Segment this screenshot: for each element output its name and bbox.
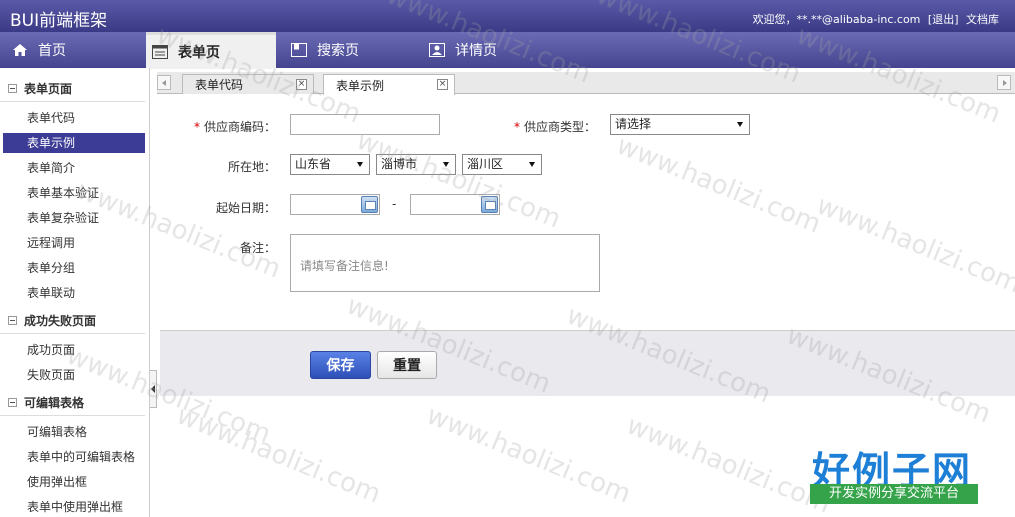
nav-home[interactable]: 首页 [12,32,82,68]
nav-detail-page[interactable]: 详情页 [429,32,539,68]
sidebar-item-fail-page[interactable]: 失败页面 [0,363,149,388]
sidebar-item-success-page[interactable]: 成功页面 [0,338,149,363]
sidebar-group-result[interactable]: 成功失败页面 [0,308,145,334]
tab-label: 表单代码 [195,78,244,92]
watermark-text: www.haolizi.com [172,400,385,510]
main-nav: 首页 表单页 搜索页 详情页 [0,32,1015,69]
docs-link[interactable]: 文档库 [966,13,999,26]
sidebar-item-form-example[interactable]: 表单示例 [3,133,145,153]
tab-label: 表单示例 [336,78,385,93]
watermark-text: www.haolizi.com [422,400,635,510]
sidebar-item-form-intro[interactable]: 表单简介 [0,156,149,181]
nav-form-page[interactable]: 表单页 [146,32,276,69]
sidebar-item-form-group[interactable]: 表单分组 [0,256,149,281]
sidebar-item-form-dialog[interactable]: 表单中使用弹出框 [0,495,149,517]
watermark-logo: 好例子网 开发实例分享交流平台 [806,440,978,508]
sidebar-item-remote-call[interactable]: 远程调用 [0,231,149,256]
label-text: 供应商类型： [523,120,596,134]
remark-label: 备注： [239,241,276,255]
tab-bar: 表单代码 × 表单示例 × [157,72,1015,95]
calendar-icon[interactable] [481,196,498,213]
calendar-icon[interactable] [361,196,378,213]
sidebar-item-dialog[interactable]: 使用弹出框 [0,470,149,495]
top-header: BUI前端框架 欢迎您，**.**@alibaba-inc.com [退出] 文… [0,0,1015,32]
reset-button[interactable]: 重置 [377,351,437,379]
tab-form-example[interactable]: 表单示例 × [323,74,455,95]
sidebar-group-title: 表单页面 [24,82,73,96]
sidebar-item-form-linkage[interactable]: 表单联动 [0,281,149,306]
home-icon [12,43,28,57]
nav-form-label: 表单页 [178,45,220,61]
supplier-type-label: * 供应商类型： [500,118,596,135]
supplier-code-input[interactable] [290,114,440,135]
nav-search-label: 搜索页 [317,43,359,59]
required-mark: * [193,120,200,134]
district-select[interactable]: 淄川区 [462,154,542,175]
nav-home-label: 首页 [38,43,66,59]
province-select[interactable]: 山东省 [290,154,370,175]
close-icon[interactable]: × [437,79,448,90]
watermark-text: www.haolizi.com [622,410,835,517]
detail-icon [429,43,445,57]
sidebar-group-form[interactable]: 表单页面 [0,76,145,102]
end-date-input[interactable] [410,194,500,215]
sidebar-item-form-editable-grid[interactable]: 表单中的可编辑表格 [0,445,149,470]
form-icon [152,45,168,59]
brand-title: BUI前端框架 [10,11,108,31]
close-icon[interactable]: × [296,79,307,90]
sidebar-group-title: 成功失败页面 [24,314,97,328]
date-separator: - [392,197,397,211]
tab-scroll-right[interactable] [997,75,1011,90]
nav-search-page[interactable]: 搜索页 [291,32,401,68]
sidebar-item-complex-validation[interactable]: 表单复杂验证 [0,206,149,231]
welcome-text: 欢迎您，**.**@alibaba-inc.com [752,13,921,26]
sidebar-item-basic-validation[interactable]: 表单基本验证 [0,181,149,206]
tab-scroll-left[interactable] [157,75,171,90]
sidebar: 表单页面 表单代码 表单示例 表单简介 表单基本验证 表单复杂验证 远程调用 表… [0,68,150,517]
required-mark: * [513,120,520,134]
sidebar-item-form-code[interactable]: 表单代码 [0,106,149,131]
form-actions: 保存 重置 [160,330,1015,396]
sidebar-group-title: 可编辑表格 [24,396,85,410]
collapse-icon [8,398,17,407]
sidebar-group-editable[interactable]: 可编辑表格 [0,390,145,416]
nav-detail-label: 详情页 [455,43,497,59]
form-area: * 供应商编码： * 供应商类型： 请选择 所在地： 山东省 淄博市 淄川区 起始日… [160,95,1015,330]
logout-link[interactable]: [退出] [928,13,959,26]
city-select[interactable]: 淄博市 [376,154,456,175]
tab-form-code[interactable]: 表单代码 × [182,74,314,94]
logo-sub-text: 开发实例分享交流平台 [810,484,978,504]
remark-textarea[interactable]: 请填写备注信息! [290,234,600,292]
location-label: 所在地： [227,160,276,174]
search-page-icon [291,43,307,57]
supplier-code-label: * 供应商编码： [190,118,276,135]
save-button[interactable]: 保存 [310,351,371,379]
date-label: 起始日期： [215,201,276,215]
collapse-icon [8,84,17,93]
supplier-type-select[interactable]: 请选择 [610,114,750,135]
sidebar-item-editable-grid[interactable]: 可编辑表格 [0,420,149,445]
sidebar-collapse-handle[interactable] [150,370,157,408]
user-bar: 欢迎您，**.**@alibaba-inc.com [退出] 文档库 [749,11,999,27]
collapse-icon [8,316,17,325]
start-date-input[interactable] [290,194,380,215]
label-text: 供应商编码： [203,120,276,134]
